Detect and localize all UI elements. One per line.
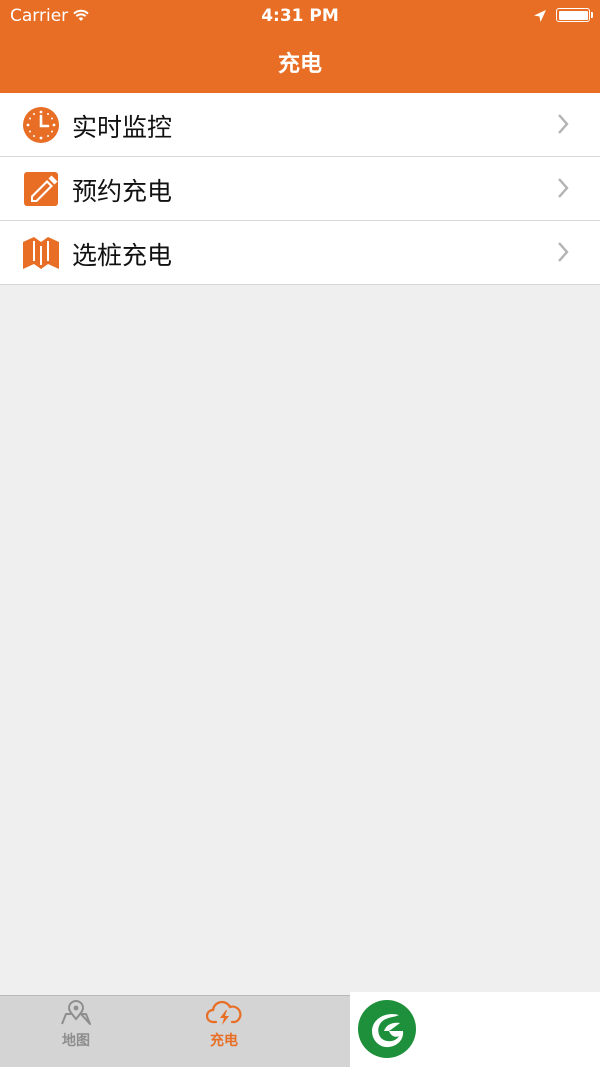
tab-charge[interactable]: 充电 <box>189 1000 259 1050</box>
menu-item-label: 预约充电 <box>72 177 173 206</box>
chevron-right-icon <box>556 177 570 203</box>
menu-item-label: 实时监控 <box>72 113 173 142</box>
menu-item-label: 选桩充电 <box>72 241 173 270</box>
tab-label: 地图 <box>62 1033 90 1049</box>
status-time: 4:31 PM <box>261 6 339 26</box>
map-pin-icon <box>41 1000 111 1030</box>
chevron-right-icon <box>556 113 570 139</box>
map-icon <box>22 234 60 272</box>
location-arrow-icon <box>533 8 547 28</box>
battery-icon <box>556 8 593 22</box>
menu-list: 实时监控 预约充电 选桩充电 <box>0 93 600 285</box>
cloud-lightning-icon <box>189 1000 259 1030</box>
tab-bar: 地图 充电 <box>0 995 350 1067</box>
tab-map[interactable]: 地图 <box>41 1000 111 1050</box>
chevron-right-icon <box>556 241 570 267</box>
menu-item-select-pile-charge[interactable]: 选桩充电 <box>0 221 600 285</box>
top-bar: Carrier 4:31 PM 充电 <box>0 0 600 93</box>
brand-logo <box>356 998 418 1064</box>
menu-item-realtime-monitor[interactable]: 实时监控 <box>0 93 600 157</box>
status-bar: Carrier 4:31 PM <box>0 0 600 32</box>
pencil-icon <box>22 170 60 208</box>
clock-icon <box>22 106 60 144</box>
page-title: 充电 <box>277 52 322 77</box>
ad-banner[interactable] <box>350 992 600 1067</box>
tab-label: 充电 <box>210 1033 238 1049</box>
menu-item-reserve-charge[interactable]: 预约充电 <box>0 157 600 221</box>
